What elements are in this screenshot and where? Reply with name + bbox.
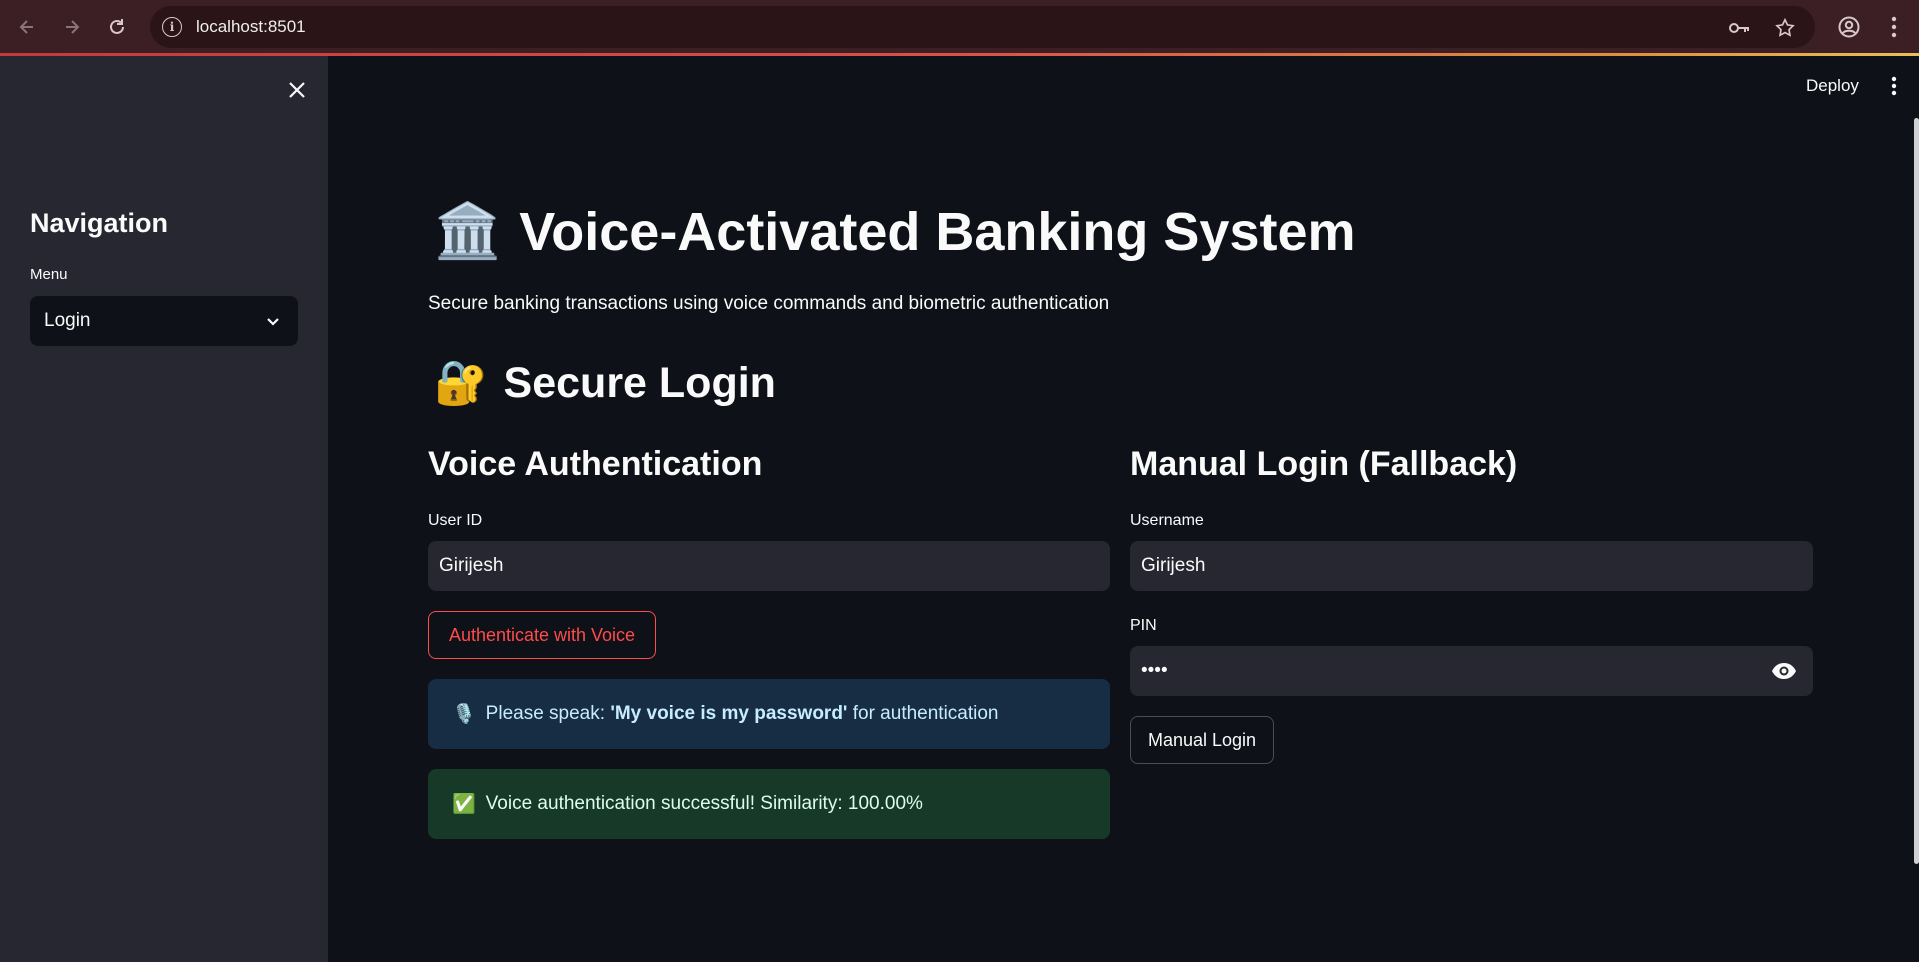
main-menu-icon[interactable] <box>1882 74 1906 98</box>
voice-phrase: 'My voice is my password' <box>610 703 848 724</box>
close-sidebar-button[interactable] <box>283 76 311 104</box>
microphone-icon: 🎙️ <box>452 704 476 725</box>
info-text: Please speak: 'My voice is my password' … <box>485 703 999 724</box>
authenticate-voice-button[interactable]: Authenticate with Voice <box>428 611 656 659</box>
reload-button[interactable] <box>102 12 132 42</box>
browser-toolbar: i localhost:8501 <box>0 0 1919 56</box>
bookmark-star-icon[interactable] <box>1773 16 1797 40</box>
menu-select[interactable]: Login <box>30 296 298 346</box>
address-bar[interactable]: i localhost:8501 <box>150 6 1815 48</box>
user-id-value: Girijesh <box>439 555 504 576</box>
page-title-text: Voice-Activated Banking System <box>519 201 1356 262</box>
url-text: localhost:8501 <box>196 17 306 36</box>
page-subtitle: Secure banking transactions using voice … <box>428 293 1110 314</box>
bank-icon: 🏛️ <box>434 201 502 261</box>
username-value: Girijesh <box>1141 555 1206 576</box>
lock-key-icon: 🔐 <box>434 359 488 407</box>
user-id-label: User ID <box>428 512 483 529</box>
manual-login-heading: Manual Login (Fallback) <box>1130 445 1518 483</box>
success-alert: ✅ Voice authentication successful! Simil… <box>428 769 1110 839</box>
manual-login-button[interactable]: Manual Login <box>1130 716 1274 764</box>
reload-icon <box>110 19 124 34</box>
close-icon <box>289 82 305 98</box>
pin-input[interactable]: •••• <box>1130 646 1813 696</box>
deploy-button[interactable]: Deploy <box>1806 76 1859 96</box>
profile-icon[interactable] <box>1835 13 1863 41</box>
password-key-icon[interactable] <box>1727 16 1751 40</box>
voice-auth-heading: Voice Authentication <box>428 445 763 483</box>
menu-label: Menu <box>30 266 68 283</box>
arrow-right-icon <box>66 20 80 34</box>
pin-label: PIN <box>1130 617 1157 634</box>
forward-button[interactable] <box>57 12 87 42</box>
success-text: Voice authentication successful! Similar… <box>485 793 923 814</box>
sidebar-heading: Navigation <box>30 208 169 238</box>
back-button[interactable] <box>12 12 42 42</box>
browser-menu-icon[interactable] <box>1880 13 1908 41</box>
username-input[interactable]: Girijesh <box>1130 541 1813 591</box>
arrow-left-icon <box>19 20 33 34</box>
section-title-text: Secure Login <box>503 358 776 407</box>
show-password-icon[interactable] <box>1771 659 1797 683</box>
sidebar: Navigation Menu Login <box>0 56 328 962</box>
pin-value: •••• <box>1141 660 1168 681</box>
check-mark-icon: ✅ <box>452 794 476 815</box>
menu-selected-value: Login <box>44 310 91 331</box>
page-title: 🏛️ Voice-Activated Banking System <box>434 200 1356 263</box>
user-id-input[interactable]: Girijesh <box>428 541 1110 591</box>
username-label: Username <box>1130 512 1204 529</box>
chevron-down-icon <box>267 318 279 326</box>
info-alert: 🎙️ Please speak: 'My voice is my passwor… <box>428 679 1110 749</box>
site-info-icon[interactable]: i <box>162 17 182 37</box>
section-title: 🔐 Secure Login <box>434 358 776 408</box>
scrollbar[interactable] <box>1914 118 1919 864</box>
